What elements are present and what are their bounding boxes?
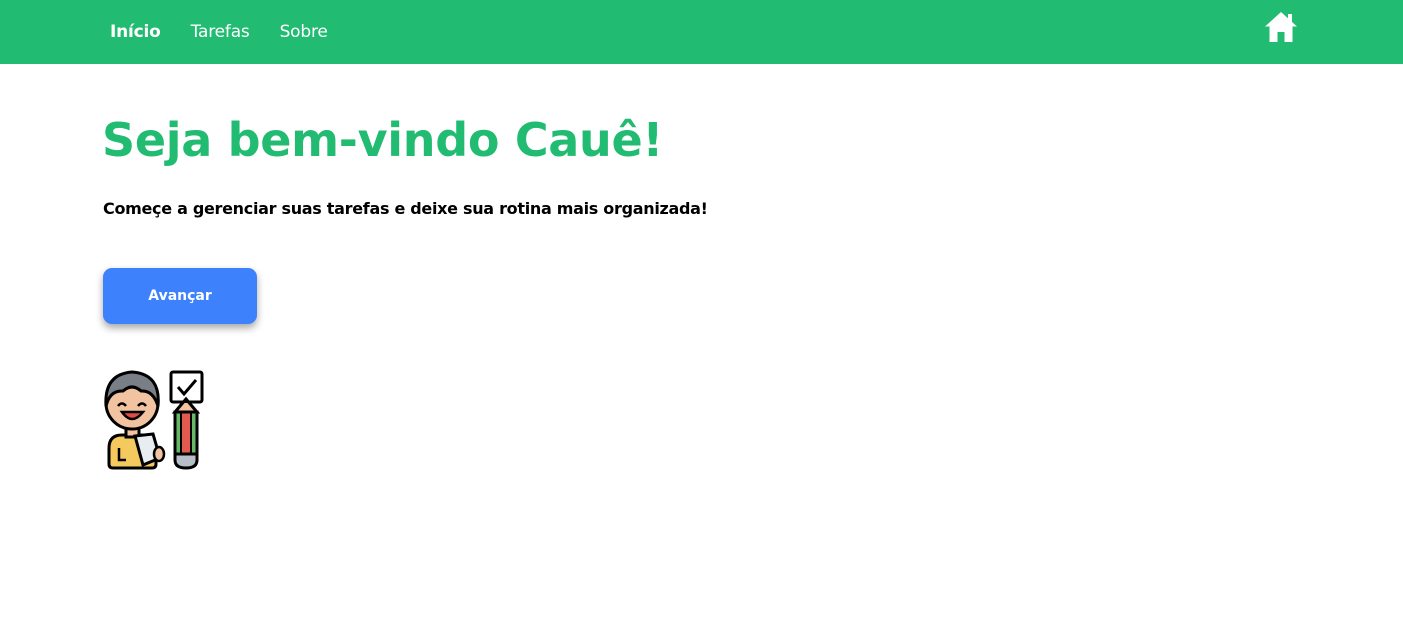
nav-link-sobre[interactable]: Sobre — [280, 22, 328, 42]
advance-button[interactable]: Avançar — [103, 268, 257, 324]
page-title: Seja bem-vindo Cauê! — [102, 113, 664, 167]
nav-links: Início Tarefas Sobre — [110, 0, 358, 64]
home-icon[interactable] — [1264, 11, 1298, 43]
top-navbar: Início Tarefas Sobre — [0, 0, 1403, 64]
nav-link-tarefas[interactable]: Tarefas — [191, 22, 250, 42]
nav-link-inicio[interactable]: Início — [110, 22, 161, 42]
page-subtitle: Começe a gerenciar suas tarefas e deixe … — [103, 199, 708, 218]
person-with-checklist-and-pencil-illustration — [104, 370, 204, 470]
